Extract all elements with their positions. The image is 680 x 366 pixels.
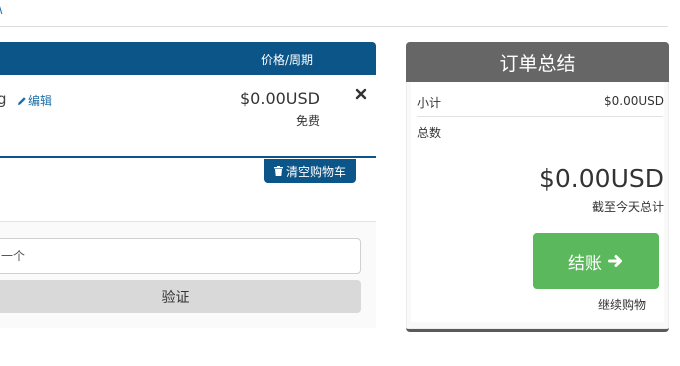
top-divider	[0, 26, 668, 27]
empty-cart-label: 清空购物车	[285, 164, 346, 179]
empty-cart-button[interactable]: 清空购物车	[264, 159, 356, 183]
order-summary-body: 小计 $0.00USD 总数 $0.00USD 截至今天总计 结账 继续购物	[411, 82, 664, 322]
total-label: 总数	[417, 126, 442, 140]
cart-item-price: $0.00USD	[240, 89, 320, 108]
edit-link[interactable]: 编辑	[17, 92, 52, 109]
price-cycle-header: 价格/周期	[261, 53, 314, 67]
cart-item-cycle: 免费	[295, 114, 320, 128]
arrow-right-icon	[608, 255, 622, 267]
promo-panel: 一个 验证	[0, 221, 376, 328]
cart-item-name: g	[0, 90, 7, 108]
validate-button[interactable]: 验证	[0, 280, 361, 313]
summary-divider	[417, 116, 663, 117]
close-icon[interactable]	[354, 87, 368, 101]
promo-code-input[interactable]: 一个	[0, 238, 361, 274]
trash-icon	[273, 166, 283, 176]
total-note: 截至今天总计	[591, 200, 664, 214]
continue-shopping-link[interactable]: 继续购物	[598, 296, 646, 313]
checkout-button[interactable]: 结账	[533, 233, 659, 289]
subtotal-label: 小计	[417, 96, 442, 110]
total-amount: $0.00USD	[539, 164, 664, 193]
edit-label: 编辑	[28, 94, 53, 108]
cart-item-row: g 编辑 $0.00USD 免费	[0, 75, 376, 156]
order-summary-title: 订单总结	[406, 42, 669, 82]
pencil-icon	[18, 97, 26, 105]
cart-bottom-line	[0, 156, 376, 158]
validate-label: 验证	[161, 289, 190, 306]
subtotal-value: $0.00USD	[604, 94, 664, 108]
order-summary: 订单总结 小计 $0.00USD 总数 $0.00USD 截至今天总计 结账 继…	[406, 42, 669, 332]
cart-table-header: 价格/周期	[0, 42, 376, 75]
checkout-label: 结账	[568, 253, 602, 274]
top-link[interactable]: \	[0, 2, 2, 17]
